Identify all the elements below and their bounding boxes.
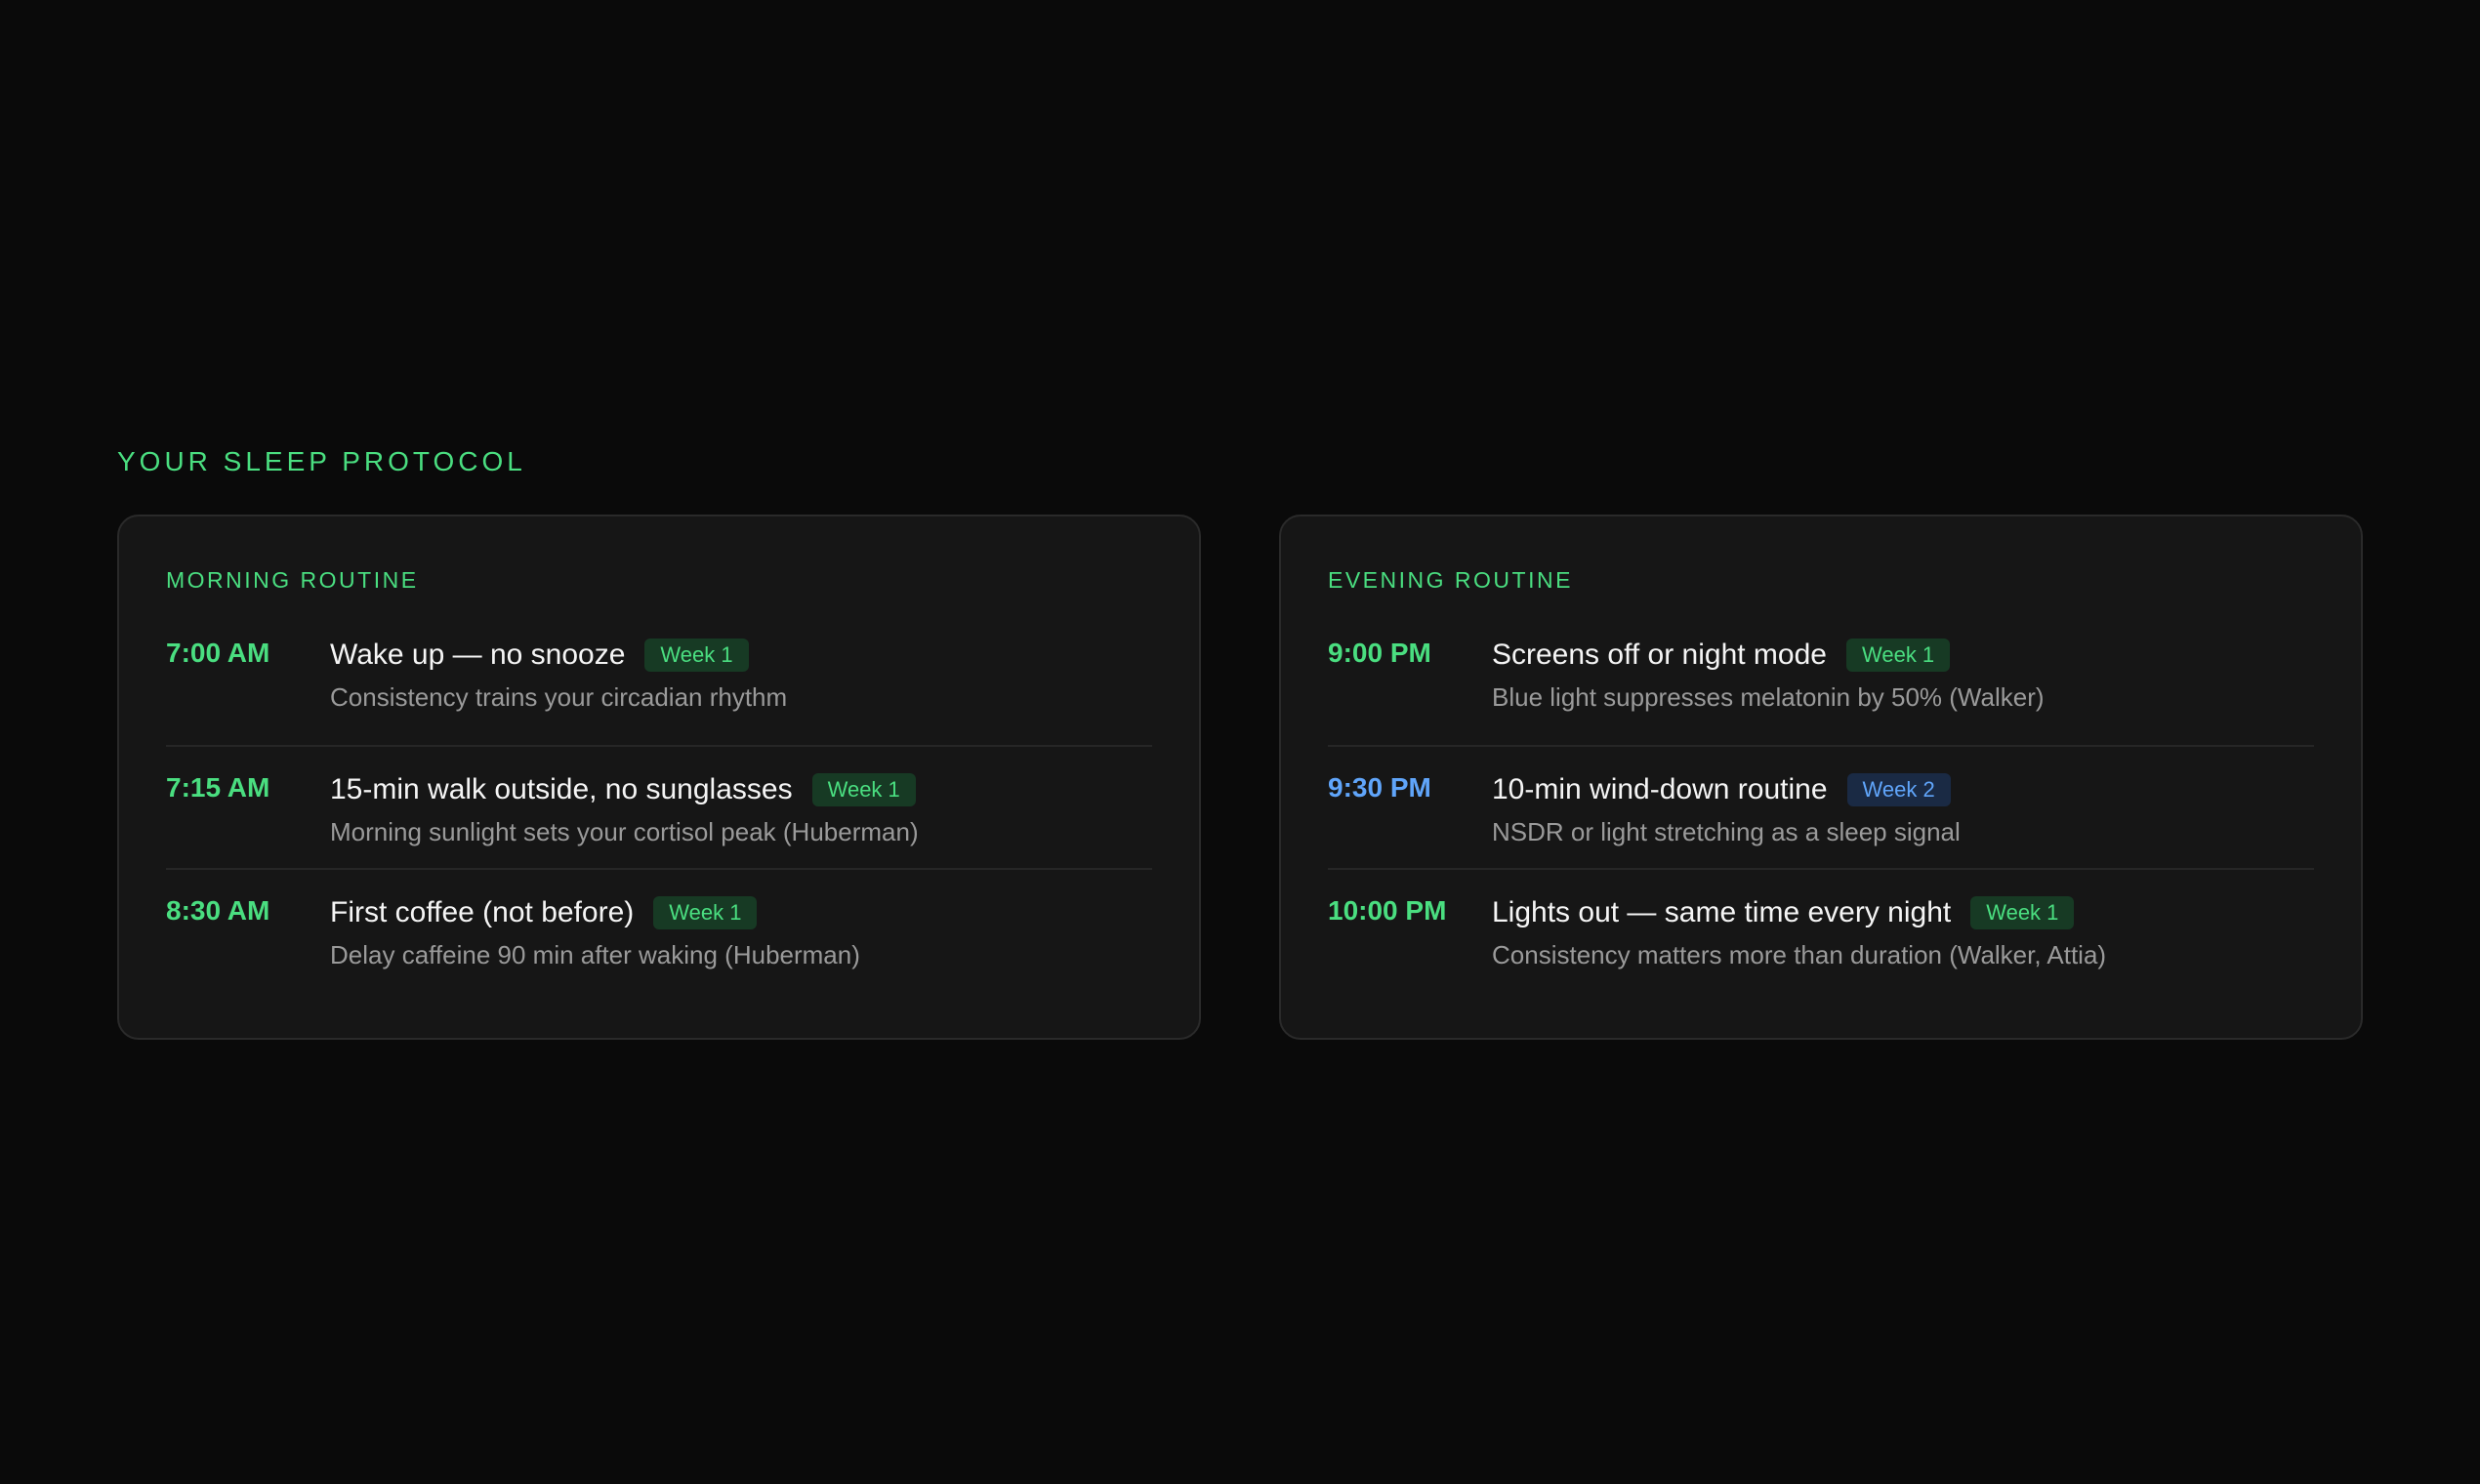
week-badge: Week 1 <box>644 639 749 672</box>
routine-content: Screens off or night mode Week 1 Blue li… <box>1492 636 2314 714</box>
routine-title: Screens off or night mode <box>1492 639 1827 671</box>
morning-routine-title: MORNING ROUTINE <box>166 567 419 593</box>
routine-cards: MORNING ROUTINE 7:00 AM Wake up — no sno… <box>117 515 2363 1040</box>
week-badge: Week 1 <box>1845 639 1951 672</box>
routine-time: 9:30 PM <box>1328 772 1431 803</box>
week-badge: Week 2 <box>1846 773 1951 806</box>
routine-title: First coffee (not before) <box>330 896 635 928</box>
routine-time: 10:00 PM <box>1328 895 1447 926</box>
evening-routine-title: EVENING ROUTINE <box>1328 567 1573 593</box>
routine-title-line: Screens off or night mode Week 1 <box>1492 636 2314 675</box>
routine-content: Wake up — no snooze Week 1 Consistency t… <box>330 636 1152 714</box>
week-badge: Week 1 <box>1970 896 2075 929</box>
routine-content: Lights out — same time every night Week … <box>1492 893 2314 971</box>
routine-description: Morning sunlight sets your cortisol peak… <box>330 817 919 846</box>
week-badge: Week 1 <box>811 773 916 806</box>
routine-title: Lights out — same time every night <box>1492 896 1952 928</box>
routine-title-line: Lights out — same time every night Week … <box>1492 893 2314 932</box>
routine-description: Consistency trains your circadian rhythm <box>330 682 788 712</box>
routine-time: 7:00 AM <box>166 638 270 668</box>
morning-routine-card: MORNING ROUTINE 7:00 AM Wake up — no sno… <box>117 515 1201 1040</box>
week-badge: Week 1 <box>653 896 758 929</box>
routine-content: 15-min walk outside, no sunglasses Week … <box>330 770 1152 848</box>
routine-item: 9:30 PM 10-min wind-down routine Week 2 … <box>1328 747 2314 870</box>
routine-content: 10-min wind-down routine Week 2 NSDR or … <box>1492 770 2314 848</box>
routine-time: 7:15 AM <box>166 772 270 803</box>
routine-time: 8:30 AM <box>166 895 270 926</box>
routine-title-line: 10-min wind-down routine Week 2 <box>1492 770 2314 809</box>
routine-description: Consistency matters more than duration (… <box>1492 940 2107 969</box>
evening-routine-card: EVENING ROUTINE 9:00 PM Screens off or n… <box>1279 515 2363 1040</box>
routine-time: 9:00 PM <box>1328 638 1431 668</box>
routine-item: 7:00 AM Wake up — no snooze Week 1 Consi… <box>166 626 1152 747</box>
routine-description: NSDR or light stretching as a sleep sign… <box>1492 817 1961 846</box>
routine-content: First coffee (not before) Week 1 Delay c… <box>330 893 1152 971</box>
routine-item: 10:00 PM Lights out — same time every ni… <box>1328 870 2314 993</box>
sleep-protocol-section: YOUR SLEEP PROTOCOL MORNING ROUTINE 7:00… <box>117 444 2363 1040</box>
routine-title: 10-min wind-down routine <box>1492 773 1828 805</box>
routine-title-line: Wake up — no snooze Week 1 <box>330 636 1152 675</box>
routine-description: Blue light suppresses melatonin by 50% (… <box>1492 682 2045 712</box>
routine-title: Wake up — no snooze <box>330 639 626 671</box>
routine-item: 8:30 AM First coffee (not before) Week 1… <box>166 870 1152 993</box>
section-title: YOUR SLEEP PROTOCOL <box>117 446 526 476</box>
routine-item: 9:00 PM Screens off or night mode Week 1… <box>1328 626 2314 747</box>
routine-title-line: First coffee (not before) Week 1 <box>330 893 1152 932</box>
routine-title: 15-min walk outside, no sunglasses <box>330 773 793 805</box>
routine-title-line: 15-min walk outside, no sunglasses Week … <box>330 770 1152 809</box>
routine-description: Delay caffeine 90 min after waking (Hube… <box>330 940 860 969</box>
routine-item: 7:15 AM 15-min walk outside, no sunglass… <box>166 747 1152 870</box>
